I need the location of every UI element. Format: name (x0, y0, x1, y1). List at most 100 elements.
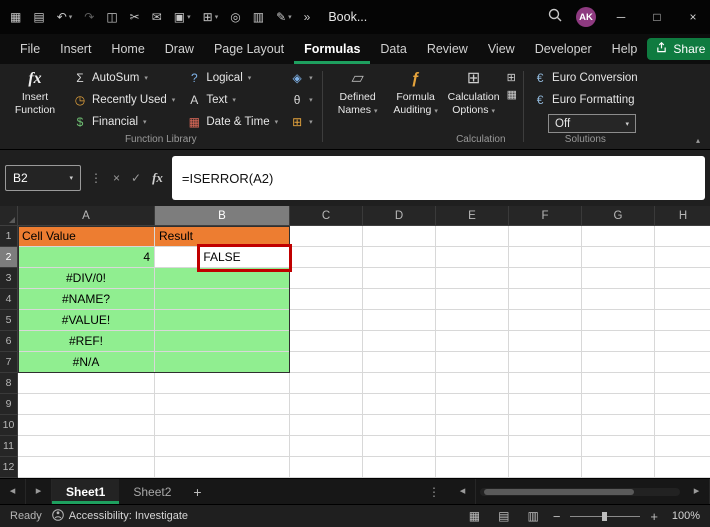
financial-button[interactable]: $ Financial ▾ (70, 111, 178, 133)
cell-d4[interactable] (363, 289, 436, 310)
mail-icon[interactable]: ✉ (148, 7, 166, 27)
add-sheet-button[interactable]: + (185, 484, 209, 500)
more-functions-button[interactable]: ⊞ ▾ (287, 111, 316, 133)
minimize-button[interactable]: ─ (610, 10, 632, 24)
cell-b4[interactable] (155, 289, 290, 310)
row-header-9[interactable]: 9 (0, 394, 18, 415)
zoom-in-button[interactable]: + (650, 509, 658, 524)
cell-f8[interactable] (509, 373, 582, 394)
cell-b3[interactable] (155, 268, 290, 289)
cell-d2[interactable] (363, 247, 436, 268)
zoom-thumb[interactable] (602, 512, 607, 521)
tab-review[interactable]: Review (417, 34, 478, 64)
copy-icon[interactable]: ◫ (102, 7, 121, 27)
cell-g8[interactable] (582, 373, 655, 394)
cell-b11[interactable] (155, 436, 290, 457)
cell-f5[interactable] (509, 310, 582, 331)
cell-b10[interactable] (155, 415, 290, 436)
cell-d8[interactable] (363, 373, 436, 394)
cell-b2[interactable]: FALSE (155, 247, 290, 268)
cell-e6[interactable] (436, 331, 509, 352)
row-header-2[interactable]: 2 (0, 247, 18, 268)
overflow-icon[interactable]: » (300, 7, 315, 27)
cell-f3[interactable] (509, 268, 582, 289)
cell-f11[interactable] (509, 436, 582, 457)
cell-c11[interactable] (290, 436, 363, 457)
cancel-icon[interactable]: × (111, 171, 122, 185)
cell-e7[interactable] (436, 352, 509, 373)
tab-formulas[interactable]: Formulas (294, 34, 370, 64)
cell-e11[interactable] (436, 436, 509, 457)
cell-f12[interactable] (509, 457, 582, 478)
cell-g9[interactable] (582, 394, 655, 415)
cell-h9[interactable] (655, 394, 710, 415)
row-header-12[interactable]: 12 (0, 457, 18, 478)
cell-c5[interactable] (290, 310, 363, 331)
formula-auditing-button[interactable]: ƒ Formula Auditing▾ (387, 67, 445, 118)
cell-g10[interactable] (582, 415, 655, 436)
tab-home[interactable]: Home (101, 34, 154, 64)
cell-h5[interactable] (655, 310, 710, 331)
row-header-4[interactable]: 4 (0, 289, 18, 310)
zoom-level[interactable]: 100% (668, 510, 700, 522)
pen-icon[interactable]: ✎▾ (272, 7, 296, 27)
cell-h4[interactable] (655, 289, 710, 310)
calculation-options-button[interactable]: ⊞ Calculation Options▾ (445, 67, 503, 118)
undo-icon[interactable]: ↶▾ (53, 7, 77, 27)
column-header-c[interactable]: C (290, 206, 363, 226)
cell-a3[interactable]: #DIV/0! (18, 268, 155, 289)
search-icon[interactable] (548, 8, 562, 27)
column-header-g[interactable]: G (582, 206, 655, 226)
cell-e3[interactable] (436, 268, 509, 289)
cell-c8[interactable] (290, 373, 363, 394)
cell-f9[interactable] (509, 394, 582, 415)
recently-used-button[interactable]: ◷ Recently Used ▾ (70, 89, 178, 111)
column-header-d[interactable]: D (363, 206, 436, 226)
excel-logo-icon[interactable]: ▦ (6, 7, 25, 27)
cell-g2[interactable] (582, 247, 655, 268)
hscroll-left-icon[interactable]: ◂ (450, 479, 476, 504)
name-box[interactable]: B2 ▾ (5, 165, 81, 191)
cell-a4[interactable]: #NAME? (18, 289, 155, 310)
cell-e1[interactable] (436, 226, 509, 247)
cell-a7[interactable]: #N/A (18, 352, 155, 373)
column-header-h[interactable]: H (655, 206, 710, 226)
cell-a5[interactable]: #VALUE! (18, 310, 155, 331)
cell-b7[interactable] (155, 352, 290, 373)
tab-view[interactable]: View (478, 34, 525, 64)
cell-g4[interactable] (582, 289, 655, 310)
cell-g1[interactable] (582, 226, 655, 247)
row-header-1[interactable]: 1 (0, 226, 18, 247)
logical-button[interactable]: ? Logical ▾ (184, 67, 281, 89)
cell-a12[interactable] (18, 457, 155, 478)
cell-h6[interactable] (655, 331, 710, 352)
tab-draw[interactable]: Draw (155, 34, 204, 64)
cell-g5[interactable] (582, 310, 655, 331)
page-layout-view-icon[interactable]: ▤ (494, 509, 513, 523)
cell-f1[interactable] (509, 226, 582, 247)
euro-tools-dropdown[interactable]: Off ▾ (548, 114, 636, 133)
cell-f6[interactable] (509, 331, 582, 352)
cell-f4[interactable] (509, 289, 582, 310)
column-header-b[interactable]: B (155, 206, 290, 226)
cell-b5[interactable] (155, 310, 290, 331)
hscroll-right-icon[interactable]: ▸ (684, 479, 710, 504)
cell-e10[interactable] (436, 415, 509, 436)
scrollbar-thumb[interactable] (484, 489, 634, 495)
formula-input[interactable]: =ISERROR(A2) (172, 156, 705, 200)
cell-e2[interactable] (436, 247, 509, 268)
cell-e12[interactable] (436, 457, 509, 478)
share-button[interactable]: Share ▾ (647, 38, 710, 60)
cell-a10[interactable] (18, 415, 155, 436)
camera-icon[interactable]: ◎ (226, 7, 244, 27)
row-header-11[interactable]: 11 (0, 436, 18, 457)
cell-a6[interactable]: #REF! (18, 331, 155, 352)
row-header-6[interactable]: 6 (0, 331, 18, 352)
cell-a9[interactable] (18, 394, 155, 415)
cell-a11[interactable] (18, 436, 155, 457)
cell-h12[interactable] (655, 457, 710, 478)
tab-insert[interactable]: Insert (50, 34, 101, 64)
zoom-slider[interactable] (570, 511, 640, 521)
tab-data[interactable]: Data (370, 34, 416, 64)
cell-b8[interactable] (155, 373, 290, 394)
